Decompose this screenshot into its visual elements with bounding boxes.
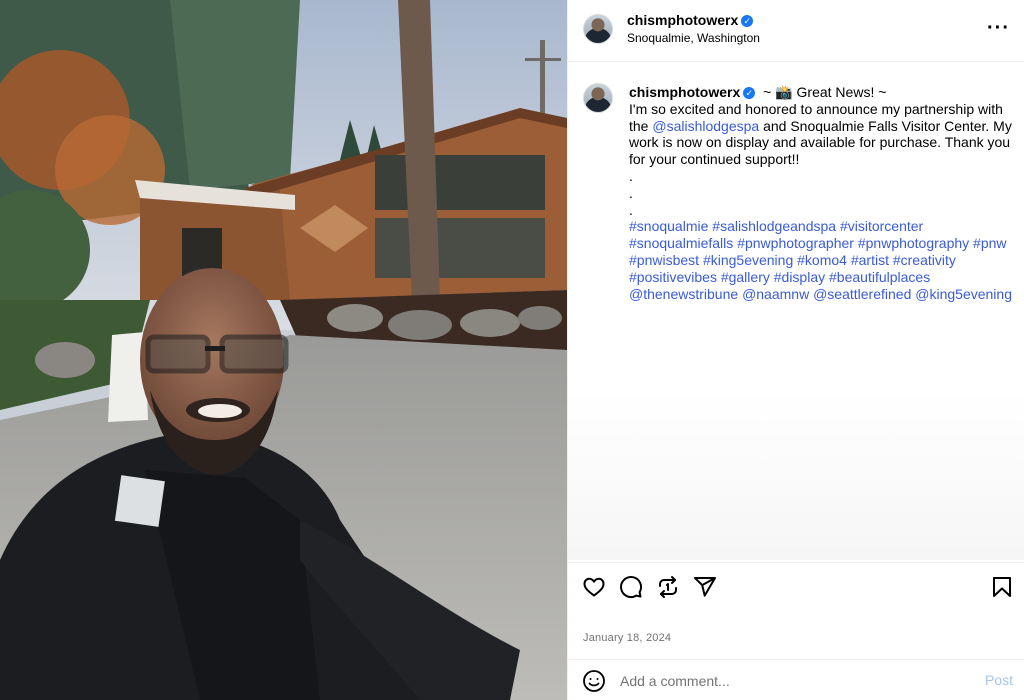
hashtag-link[interactable]: #snoqualmiefalls bbox=[629, 235, 733, 251]
post-comment-button[interactable]: Post bbox=[985, 672, 1013, 688]
comment-input[interactable] bbox=[620, 670, 950, 692]
hashtag-link[interactable]: #salishlodgeandspa bbox=[712, 218, 836, 234]
action-bar bbox=[568, 562, 1024, 608]
caption-dot: . bbox=[629, 184, 633, 201]
hashtag-link[interactable]: #artist bbox=[851, 252, 889, 268]
post-details-panel: chismphotowerx ✓ Snoqualmie, Washington ·… bbox=[567, 0, 1024, 700]
hashtag-link[interactable]: #pnwphotographer bbox=[737, 235, 854, 251]
comment-bar: Post bbox=[568, 659, 1024, 700]
hashtag-link[interactable]: #creativity bbox=[893, 252, 956, 268]
hashtag-link[interactable]: #pnw bbox=[973, 235, 1006, 251]
mention-link[interactable]: @salishlodgespa bbox=[652, 118, 759, 134]
repost-icon[interactable] bbox=[656, 575, 680, 599]
send-icon[interactable] bbox=[693, 575, 717, 599]
verified-badge-icon: ✓ bbox=[741, 15, 754, 27]
hashtag-link[interactable]: #pnwphotography bbox=[858, 235, 969, 251]
hashtag-link[interactable]: #komo4 bbox=[797, 252, 847, 268]
bookmark-icon[interactable] bbox=[990, 575, 1014, 599]
post-date[interactable]: January 18, 2024 bbox=[583, 632, 671, 644]
author-username-text[interactable]: chismphotowerx bbox=[627, 12, 738, 28]
caption-dot: . bbox=[629, 201, 633, 218]
post-location[interactable]: Snoqualmie, Washington bbox=[627, 31, 760, 45]
caption-username-text[interactable]: chismphotowerx bbox=[629, 84, 740, 100]
comment-icon[interactable] bbox=[619, 575, 643, 599]
caption-dot: . bbox=[629, 167, 633, 184]
more-options-icon[interactable]: ··· bbox=[987, 18, 1010, 38]
author-username[interactable]: chismphotowerx ✓ bbox=[627, 12, 754, 28]
mention-link[interactable]: @naamnw bbox=[742, 286, 809, 302]
author-avatar[interactable] bbox=[583, 14, 613, 44]
hashtag-link[interactable]: #positivevibes bbox=[629, 269, 717, 285]
mention-link[interactable]: @seattlerefined bbox=[813, 286, 911, 302]
verified-badge-icon: ✓ bbox=[743, 87, 756, 99]
post-photo[interactable] bbox=[0, 0, 567, 700]
hashtag-link[interactable]: #beautifulplaces bbox=[829, 269, 930, 285]
hashtag-link[interactable]: #king5evening bbox=[703, 252, 793, 268]
mention-link[interactable]: @king5evening bbox=[915, 286, 1012, 302]
hashtag-link[interactable]: #visitorcenter bbox=[840, 218, 923, 234]
comments-area bbox=[568, 390, 1024, 560]
caption-username[interactable]: chismphotowerx ✓ bbox=[629, 84, 756, 100]
post-header: chismphotowerx ✓ Snoqualmie, Washington ·… bbox=[568, 0, 1024, 62]
hashtag-link[interactable]: #display bbox=[774, 269, 825, 285]
caption-headline: ~ 📸 Great News! ~ bbox=[763, 84, 887, 100]
emoji-icon[interactable] bbox=[582, 669, 606, 693]
post-photo-illustration bbox=[0, 0, 567, 700]
post-caption: chismphotowerx ✓ ~ 📸 Great News! ~ I'm so… bbox=[629, 84, 1014, 302]
hashtag-link[interactable]: #pnwisbest bbox=[629, 252, 699, 268]
caption-author-avatar[interactable] bbox=[583, 83, 613, 113]
hashtag-link[interactable]: #snoqualmie bbox=[629, 218, 708, 234]
hashtag-link[interactable]: #gallery bbox=[721, 269, 770, 285]
mention-link[interactable]: @thenewstribune bbox=[629, 286, 738, 302]
hashtag-list: #snoqualmie #salishlodgeandspa #visitorc… bbox=[629, 218, 1014, 302]
heart-icon[interactable] bbox=[582, 575, 606, 599]
